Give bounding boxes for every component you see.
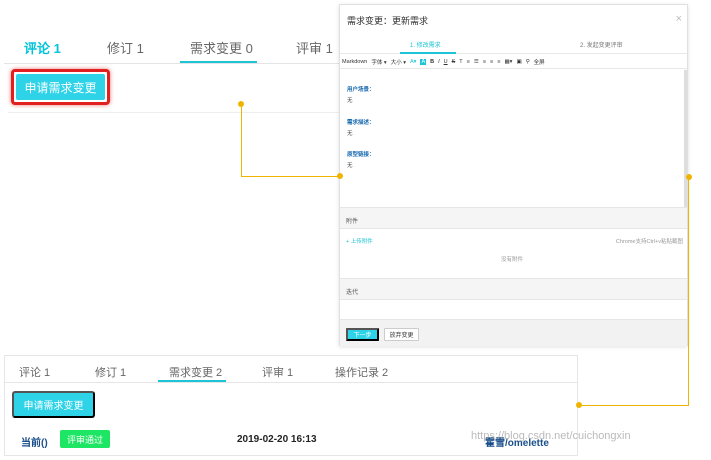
dialog-footer: 下一步 放弃变更 xyxy=(340,319,687,346)
dialog-title: 需求变更：更新需求 xyxy=(347,16,429,26)
editor-toolbar: Markdown 字体 ▾ 大小 ▾ A▾ A B I U S T ≡ ☰ ≡ … xyxy=(340,55,687,69)
markdown-toggle[interactable]: Markdown xyxy=(342,59,367,65)
bottom-tab-bar: 评论 1 修订 1 需求变更 2 评审 1 操作记录 2 xyxy=(5,356,577,383)
tab-reviews[interactable]: 评审 1 xyxy=(296,38,333,57)
ordered-list-icon[interactable]: ≡ xyxy=(467,59,470,65)
field-value-prototype-link: 无 xyxy=(347,163,353,169)
size-select-label: 大小 xyxy=(390,59,402,66)
step-start-review[interactable]: 2. 发起变更评审 xyxy=(580,40,623,49)
iteration-header: 迭代 xyxy=(340,278,687,300)
tab-revisions[interactable]: 修订 1 xyxy=(95,364,126,380)
top-requirement-panel: 评论 1 修订 1 需求变更 0 评审 1 申请需求变更 xyxy=(4,4,340,120)
table-icon[interactable]: ▦▾ xyxy=(504,59,512,65)
font-color-icon[interactable]: A▾ xyxy=(410,59,416,65)
connector-dot xyxy=(337,173,343,179)
divider xyxy=(8,112,340,113)
discard-change-button[interactable]: 放弃变更 xyxy=(384,328,419,341)
next-step-button[interactable]: 下一步 xyxy=(346,328,379,341)
status-badge: 评审通过 xyxy=(60,430,110,448)
link-icon[interactable]: ⚲ xyxy=(526,59,530,65)
align-right-icon[interactable]: ≡ xyxy=(497,59,500,65)
field-label-description: 需求描述： xyxy=(347,120,375,126)
attachments-header: 附件 xyxy=(340,207,687,229)
upload-attachment-link[interactable]: + 上传附件 xyxy=(346,237,373,245)
strikethrough-icon[interactable]: S xyxy=(452,59,456,65)
fullscreen-button[interactable]: 全屏 xyxy=(534,58,545,66)
field-label-prototype-link: 原型链接： xyxy=(347,152,375,158)
active-tab-indicator xyxy=(158,380,226,382)
rich-text-editor[interactable]: 用户场景： 无 需求描述： 无 原型链接： 无 xyxy=(340,70,687,207)
top-tab-bar: 评论 1 修订 1 需求变更 0 评审 1 xyxy=(4,34,340,64)
watermark: https://blog.csdn.net/cuichongxin xyxy=(471,430,631,442)
connector-line xyxy=(578,405,689,406)
underline-icon[interactable]: U xyxy=(444,59,448,65)
tab-revisions[interactable]: 修订 1 xyxy=(107,38,144,57)
field-value-user-scenario: 无 xyxy=(347,98,353,104)
align-left-icon[interactable]: ≡ xyxy=(483,59,486,65)
connector-line xyxy=(241,104,242,176)
connector-dot xyxy=(238,101,244,107)
connector-dot xyxy=(576,402,582,408)
tab-requirement-changes[interactable]: 需求变更 0 xyxy=(190,38,253,57)
change-datetime: 2019-02-20 16:13 xyxy=(237,434,317,445)
clear-format-icon[interactable]: T xyxy=(459,59,462,65)
apply-change-button[interactable]: 申请需求变更 xyxy=(16,74,105,100)
italic-icon[interactable]: I xyxy=(438,59,440,65)
font-select-label: 字体 xyxy=(371,59,383,66)
paste-hint: Chrome支持Ctrl+v粘贴截图 xyxy=(615,239,683,245)
field-value-description: 无 xyxy=(347,131,353,137)
connector-line xyxy=(241,176,340,177)
connector-dot xyxy=(686,174,692,180)
tab-reviews[interactable]: 评审 1 xyxy=(262,364,293,380)
size-select[interactable]: 大小 ▾ xyxy=(391,58,406,66)
no-attachments-text: 没有附件 xyxy=(501,257,524,263)
editor-scrollbar[interactable] xyxy=(684,70,687,207)
align-center-icon[interactable]: ≡ xyxy=(490,59,493,65)
close-icon[interactable]: × xyxy=(676,13,682,25)
connector-line xyxy=(688,177,689,405)
highlight-frame: 申请需求变更 xyxy=(11,69,110,105)
image-icon[interactable]: ▣ xyxy=(516,59,521,65)
field-label-user-scenario: 用户场景： xyxy=(347,87,375,93)
change-request-dialog: 需求变更：更新需求 × 1. 修改需求 2. 发起变更评审 Markdown 字… xyxy=(339,4,688,346)
current-version-link[interactable]: 当前() xyxy=(21,434,48,449)
apply-change-button[interactable]: 申请需求变更 xyxy=(12,391,95,418)
tab-operation-log[interactable]: 操作记录 2 xyxy=(335,364,388,380)
tab-comments[interactable]: 评论 1 xyxy=(19,364,50,380)
step-bar: 1. 修改需求 2. 发起变更评审 xyxy=(340,35,687,54)
tab-comments[interactable]: 评论 1 xyxy=(24,38,61,57)
font-select[interactable]: 字体 ▾ xyxy=(371,58,386,66)
background-color-icon[interactable]: A xyxy=(420,58,427,65)
active-step-indicator xyxy=(400,52,456,54)
unordered-list-icon[interactable]: ☰ xyxy=(474,59,479,65)
step-edit-requirement[interactable]: 1. 修改需求 xyxy=(410,40,441,49)
tab-requirement-changes[interactable]: 需求变更 2 xyxy=(169,364,222,380)
active-tab-indicator xyxy=(180,61,257,63)
bold-icon[interactable]: B xyxy=(430,59,434,65)
